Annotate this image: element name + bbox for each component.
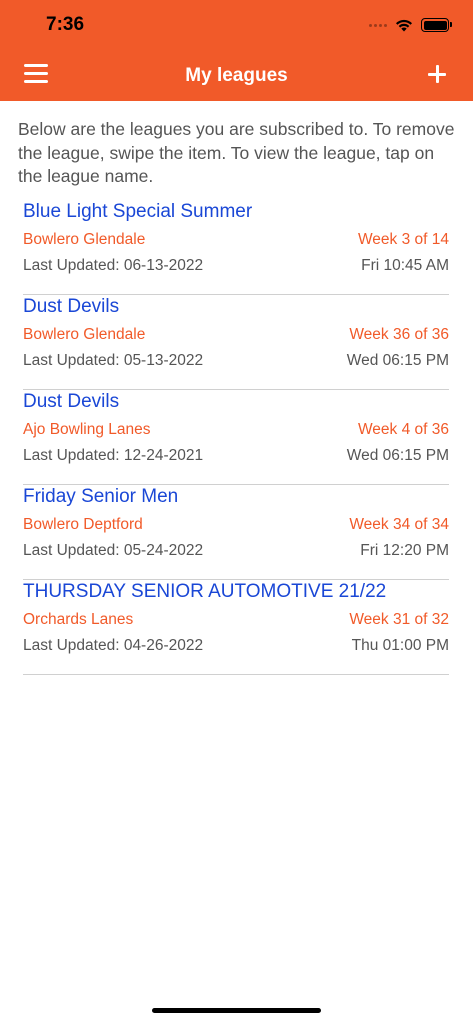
nav-header: 7:36 My leagues: [0, 0, 473, 101]
league-time: Fri 10:45 AM: [361, 257, 449, 274]
league-time: Wed 06:15 PM: [346, 447, 449, 464]
league-name[interactable]: THURSDAY SENIOR AUTOMOTIVE 21/22: [23, 581, 386, 603]
league-location: Orchards Lanes: [23, 611, 134, 628]
battery-icon: [421, 18, 452, 32]
home-indicator[interactable]: [152, 1008, 321, 1013]
league-name[interactable]: Dust Devils: [23, 391, 119, 413]
league-last-updated: Last Updated: 05-24-2022: [23, 542, 204, 559]
league-item[interactable]: Dust Devils Ajo Bowling Lanes Week 4 of …: [23, 390, 449, 485]
league-location: Ajo Bowling Lanes: [23, 421, 151, 438]
league-item[interactable]: THURSDAY SENIOR AUTOMOTIVE 21/22 Orchard…: [23, 580, 449, 675]
league-location: Bowlero Glendale: [23, 326, 146, 343]
status-icons: [369, 17, 452, 33]
league-time: Thu 01:00 PM: [351, 637, 449, 654]
league-week: Week 36 of 36: [349, 326, 449, 343]
league-list: Blue Light Special Summer Bowlero Glenda…: [23, 200, 449, 675]
league-week: Week 34 of 34: [349, 516, 449, 533]
league-week: Week 4 of 36: [357, 421, 449, 438]
league-item[interactable]: Dust Devils Bowlero Glendale Week 36 of …: [23, 295, 449, 390]
league-item[interactable]: Friday Senior Men Bowlero Deptford Week …: [23, 485, 449, 580]
league-time: Fri 12:20 PM: [360, 542, 449, 559]
league-item[interactable]: Blue Light Special Summer Bowlero Glenda…: [23, 200, 449, 295]
league-name[interactable]: Dust Devils: [23, 296, 119, 318]
page-title: My leagues: [185, 65, 288, 86]
wifi-icon: [396, 19, 412, 32]
league-time: Wed 06:15 PM: [346, 352, 449, 369]
add-league-button[interactable]: [428, 65, 446, 83]
intro-text: Below are the leagues you are subscribed…: [18, 119, 455, 186]
league-week: Week 31 of 32: [349, 611, 449, 628]
league-week: Week 3 of 14: [357, 231, 449, 248]
league-name[interactable]: Blue Light Special Summer: [23, 201, 252, 223]
cellular-signal-icon: [369, 23, 387, 27]
league-last-updated: Last Updated: 04-26-2022: [23, 637, 204, 654]
league-location: Bowlero Glendale: [23, 231, 146, 248]
league-name[interactable]: Friday Senior Men: [23, 486, 178, 508]
league-last-updated: Last Updated: 06-13-2022: [23, 257, 204, 274]
status-time: 7:36: [46, 14, 85, 35]
league-location: Bowlero Deptford: [23, 516, 143, 533]
league-last-updated: Last Updated: 12-24-2021: [23, 447, 204, 464]
league-last-updated: Last Updated: 05-13-2022: [23, 352, 204, 369]
